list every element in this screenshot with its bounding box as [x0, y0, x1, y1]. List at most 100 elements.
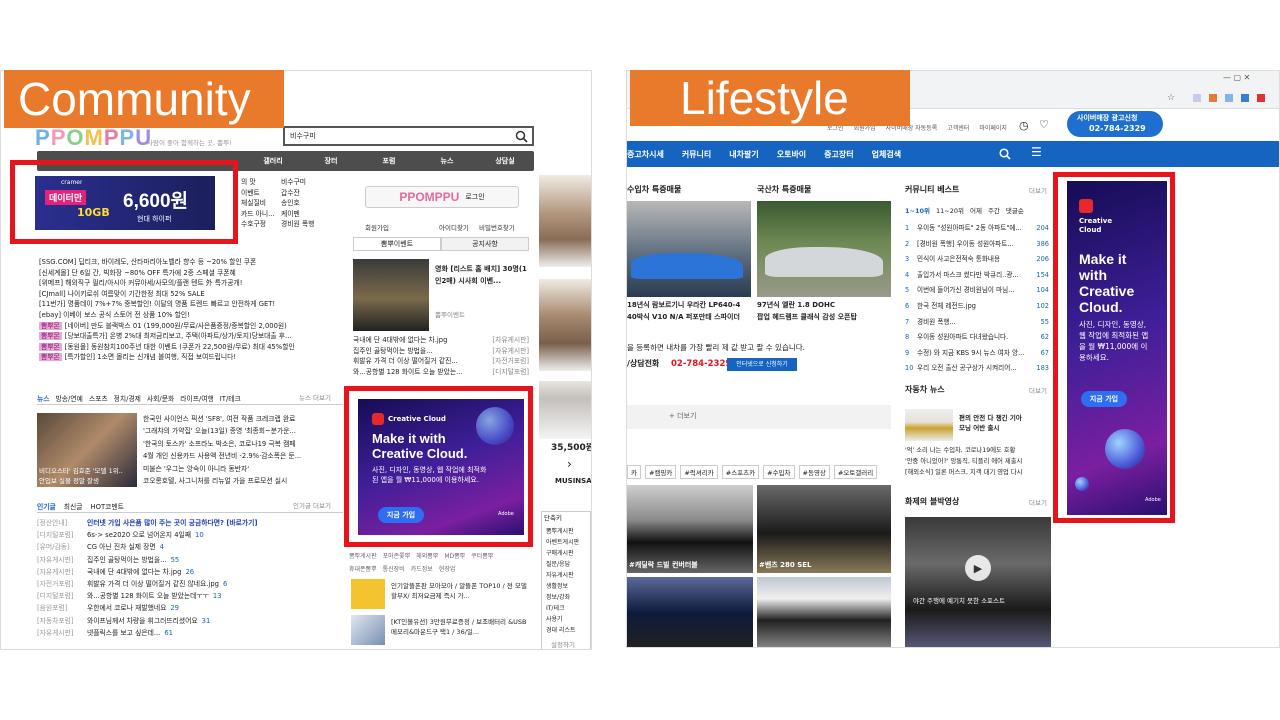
nav-gallery[interactable]: 갤러리: [244, 156, 302, 166]
news-tab[interactable]: 사회/문화: [147, 393, 174, 403]
menu-item[interactable]: 수호구정: [241, 219, 275, 230]
best-row[interactable]: 1 우이동 "성원아파트" 2동 아파트"에... 204: [905, 221, 1049, 237]
best-tab[interactable]: 11~20위: [936, 205, 964, 215]
feature-item[interactable]: 와...공항별 128 화이트 오늘 받았는... [디지털포럼]: [353, 367, 529, 378]
keyword-item[interactable]: 경비원 폭행: [281, 219, 314, 230]
hot-row[interactable]: [자유게시판] 국내에 단 4대밖에 없다는 차.jpg 26: [37, 566, 343, 578]
deal-item[interactable]: 뽐뿌몬 [동원몰] 동원참치100주년 대한 이벤트 (쿠폰가 22,500원/무…: [39, 342, 344, 353]
car-news-more[interactable]: 더보기: [1029, 387, 1047, 395]
promo-text[interactable]: 인기알뜰폰판 모아모아 / 알뜰폰 TOP10 / 전 모델 할부X/ 최저요금…: [391, 581, 529, 601]
top-link[interactable]: 고객센터: [947, 123, 969, 132]
best-tab[interactable]: 댓글순: [1006, 205, 1024, 215]
deal-item[interactable]: [SSG.COM] 딥티크, 바이레도, 산타마리아노벨라 향수 등 ~20% …: [39, 257, 344, 268]
signup-link[interactable]: 회원가입: [365, 224, 389, 232]
gallery-photo[interactable]: [627, 577, 753, 647]
shortcut-item[interactable]: 경대 리스트: [546, 625, 579, 636]
shortcut-tab[interactable]: 단축키: [544, 514, 562, 522]
car-photo-lamborghini[interactable]: [627, 201, 751, 297]
news-item[interactable]: '그래챠의 가약집' 오늘(13일) 종영 '최종회~분가운...: [143, 425, 343, 437]
news-item[interactable]: 미불슨 '우그는 앙숙이 아니라 동반자': [143, 463, 343, 475]
best-row[interactable]: 4 출입가서 마스크 썼다만 박큐리..광... 154: [905, 268, 1049, 284]
extension-icons[interactable]: [1193, 94, 1273, 102]
hot-row[interactable]: [자유게시판] 넷플릭스를 보고 싶은데... 61: [37, 627, 343, 639]
hashtag[interactable]: #수입차: [763, 465, 795, 479]
deal-item[interactable]: 뽐뿌몬 [당보대출특가] 온병 2%대 최저금리보고, 주택(아파트/상가/토지)…: [39, 331, 344, 342]
best-row[interactable]: 6 한국 전체 레전드.jpg 102: [905, 299, 1049, 315]
bottom-link[interactable]: 쿠티뽐뿌: [471, 551, 493, 560]
car-news-thumb[interactable]: [905, 409, 953, 441]
gallery-photo[interactable]: [757, 577, 891, 647]
hot-row[interactable]: [유머/감동] CG 아닌 진차 실제 장면 4: [37, 541, 343, 553]
hashtag[interactable]: #스포츠카: [721, 465, 760, 479]
movie-poster[interactable]: [353, 259, 429, 331]
nav-item[interactable]: 중고장터: [824, 149, 853, 160]
bottom-link[interactable]: MD뽐뿌: [444, 551, 465, 560]
search-input[interactable]: 비수구미: [290, 132, 316, 141]
clock-icon[interactable]: ◷: [1019, 119, 1029, 133]
hashtag[interactable]: #캠핑카: [644, 465, 677, 479]
find-pw-link[interactable]: 비밀번호찾기: [479, 224, 515, 232]
news-item[interactable]: 코오롱호텔, 사그니처를 리뉴얼 가을 프로모션 실시: [143, 475, 343, 487]
best-tab[interactable]: 어제: [970, 205, 982, 215]
car-news-item[interactable]: '안중 아니었어?' 앙통직, 티플리 에어 제출시: [905, 456, 1049, 467]
top-link[interactable]: 마이페이지: [979, 123, 1007, 132]
shortcut-item[interactable]: 구매게시판: [546, 548, 579, 559]
hot-tab[interactable]: HOT코멘트: [91, 501, 124, 511]
shortcut-item[interactable]: 아벤트게시판: [546, 537, 579, 548]
bottom-link[interactable]: 카드정보: [411, 564, 433, 573]
news-item[interactable]: 한국인 사이언스 픽션 'SF8', 여전 작품 크레크랩 완료: [143, 413, 343, 425]
hot-row[interactable]: [자동차포럼] 와이프님께서 차량을 휘그러뜨리셨어요 31: [37, 615, 343, 627]
car-desc[interactable]: 97년식 엘란 1.8 DOHC: [757, 301, 835, 310]
deal-item[interactable]: 뽐뿌몬 [네이버] 만도 블랙박스 01 (199,000원/무료/사은품증정/중…: [39, 321, 344, 332]
promo-text[interactable]: [KT인볼유선] 3만원무료증정 / 보조배터리 &USB메모리&마운드구 택1…: [391, 617, 529, 637]
star-icon[interactable]: ☆: [1167, 93, 1175, 104]
keyword-item[interactable]: 케이펜: [281, 209, 314, 220]
car-desc[interactable]: 18년식 람보르기니 우라칸 LP640-4: [627, 301, 740, 310]
news-tab[interactable]: 스포츠: [89, 393, 108, 403]
hot-row[interactable]: [음원포럼] 우한에서 코로나 재발했네요 29: [37, 602, 343, 614]
deal-item[interactable]: [ebay] 이베이 보스 공식 스토어 전 상품 10% 할인!: [39, 310, 344, 321]
nav-item[interactable]: 업체검색: [872, 149, 901, 160]
ad-apply-button[interactable]: 사이버매장 광고신청 02-784-2329: [1067, 111, 1163, 137]
best-tab[interactable]: 1~10위: [905, 205, 930, 215]
nav-item[interactable]: 커뮤니티: [682, 149, 711, 160]
shortcut-item[interactable]: 사용기: [546, 614, 579, 625]
hot-more-link[interactable]: 인기글 더보기: [293, 502, 331, 510]
search-box[interactable]: 비수구미: [283, 126, 534, 146]
menu-item[interactable]: 이벤트: [241, 188, 275, 199]
feature-item[interactable]: 휘발유 가격 더 이상 떨어질거 같진... [자전거포럼]: [353, 356, 529, 367]
bottom-link[interactable]: 현장업: [439, 564, 456, 573]
hot-tab[interactable]: 인기글: [37, 501, 56, 511]
hashtag[interactable]: #오토갤러리: [833, 465, 878, 479]
video-player[interactable]: ▶ 야간 주행에 예기치 못한 소포스트: [905, 517, 1051, 647]
car-news-headline[interactable]: 편의 안전 다 챙긴 기아 모닝 어반 출시: [959, 413, 1023, 433]
nav-item[interactable]: 오토바이: [777, 149, 806, 160]
shortcut-item[interactable]: 생활정보: [546, 581, 579, 592]
keyword-item[interactable]: 갑수잔: [281, 188, 314, 199]
hashtag[interactable]: #동영상: [798, 465, 830, 479]
keyword-item[interactable]: 비수구미: [281, 177, 314, 188]
best-row[interactable]: 2 [경비원 폭행] 우이동 성원아파트... 386: [905, 237, 1049, 253]
next-arrow-icon[interactable]: ›: [567, 457, 572, 472]
promo-thumb[interactable]: [351, 579, 385, 609]
ppomppu-logo[interactable]: PPOMPPU: [35, 125, 152, 151]
menu-item[interactable]: 의 맛: [241, 177, 275, 188]
news-item[interactable]: '한국의 토스카' 소프라노 박소은, 코로나19 극복 캠페: [143, 438, 343, 450]
deal-item[interactable]: [11번가] 명품데이 7%+7% 중복할인! 이달의 명품 트렌드 빠르고 안…: [39, 299, 344, 310]
hot-row[interactable]: [자전거포럼] 휘발유 가격 더 이상 떨어질거 같진 않네요.jpg 6: [37, 578, 343, 590]
feature-title[interactable]: 영화 [리스트 홈 배치] 30명(1인2매) 시사회 이벤...: [435, 263, 531, 287]
hot-row[interactable]: [자유게시판] 집주인 골탕먹이는 방법을... 55: [37, 554, 343, 566]
best-row[interactable]: 10 우리 오전 출산 공구상가 시켜리어... 183: [905, 361, 1049, 377]
car-desc[interactable]: 팝업 헤드램프 클래식 감성 오픈탑: [757, 313, 857, 322]
feature-item[interactable]: 집주인 골탕먹이는 방법을... [자유게시판]: [353, 346, 529, 357]
search-icon[interactable]: [999, 148, 1011, 160]
news-item[interactable]: 4월 개인 신용카드 사용액 전년비 -2.9%·감소폭은 둔...: [143, 450, 343, 462]
shortcut-item[interactable]: 질문/응답: [546, 559, 579, 570]
car-desc[interactable]: 40박식 V10 N/A 퍼포만태 스파이더: [627, 313, 740, 322]
consult-phone[interactable]: 02-784-2329: [671, 359, 731, 370]
bottom-link[interactable]: 뽐뿌게시판: [349, 551, 377, 560]
car-news-item[interactable]: [해외소식] 일론 머스크, 지객 대기 영업 다시: [905, 467, 1049, 478]
gallery-photo[interactable]: #벤츠 280 SEL: [757, 485, 891, 573]
bottom-link[interactable]: 휴대폰뽐뿌: [349, 564, 377, 573]
hashtag[interactable]: #럭셔리카: [680, 465, 718, 479]
